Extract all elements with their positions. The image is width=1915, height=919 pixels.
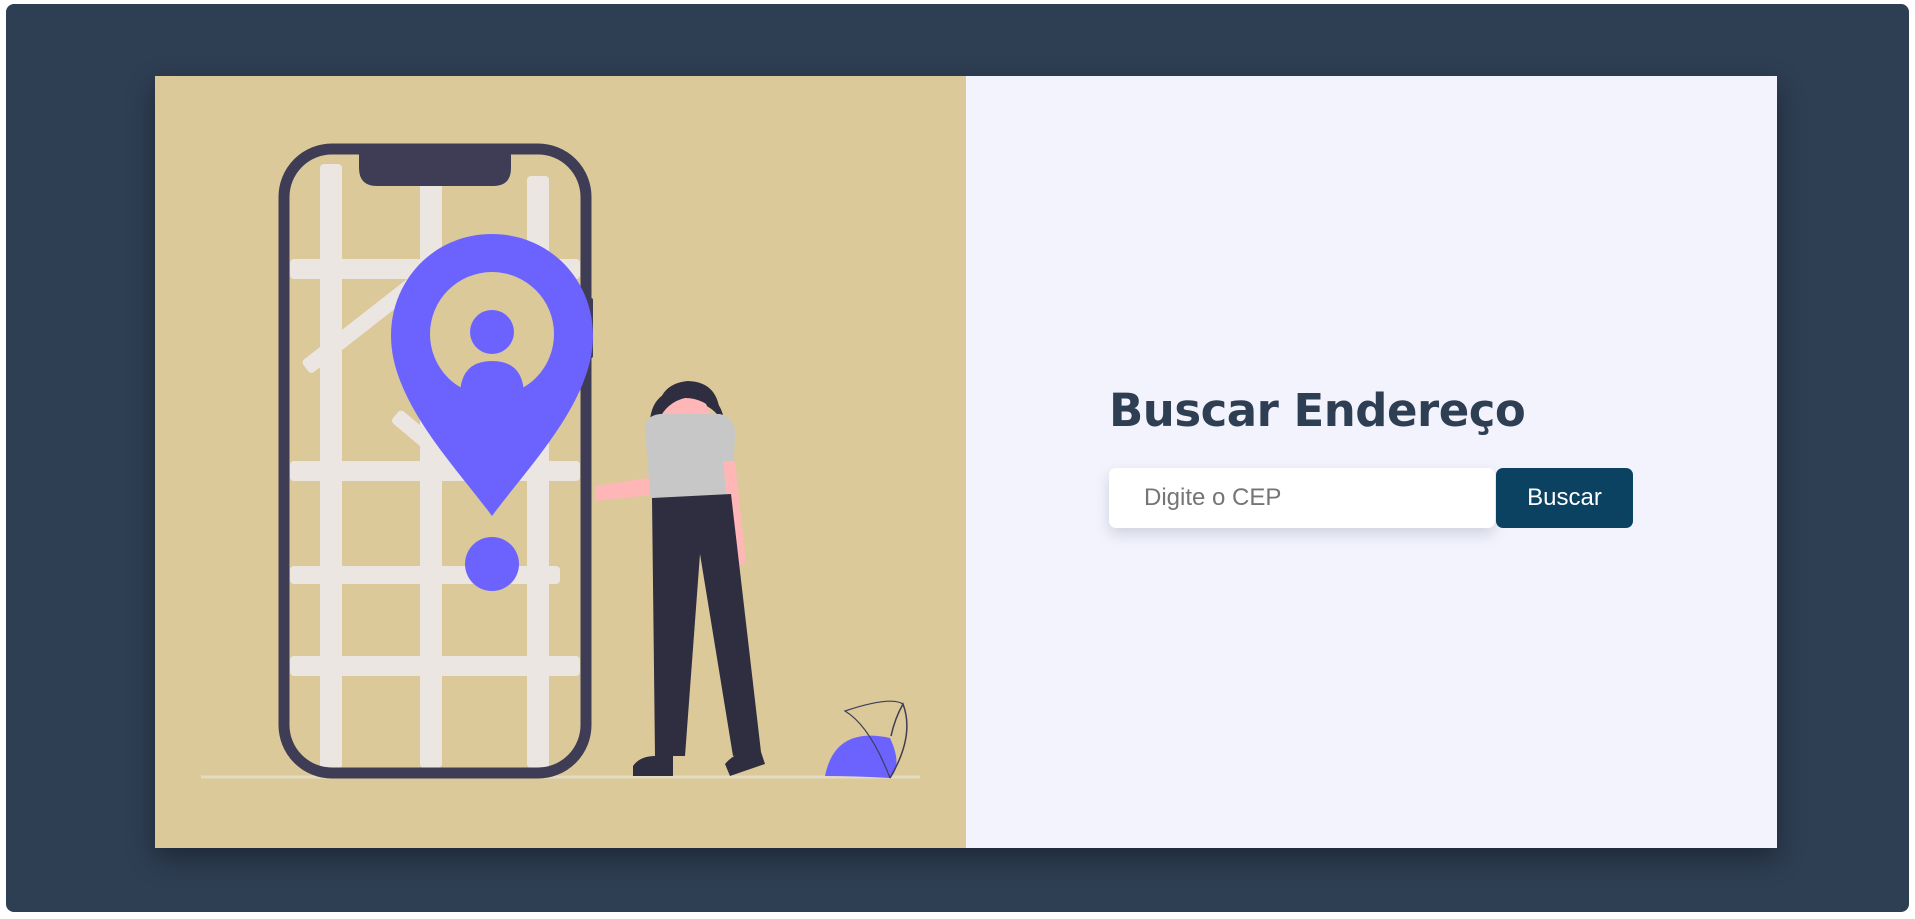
phone-notch xyxy=(359,150,511,186)
page-title: Buscar Endereço xyxy=(1109,384,1526,437)
search-button[interactable]: Buscar xyxy=(1496,468,1633,528)
plant-illustration xyxy=(825,700,908,779)
search-form: Buscar xyxy=(1109,468,1633,528)
phone-map-location-illustration xyxy=(201,143,920,779)
person-illustration xyxy=(595,381,765,776)
illustration-panel xyxy=(155,76,966,848)
search-card: Buscar Endereço Buscar xyxy=(155,76,1777,848)
search-panel: Buscar Endereço Buscar xyxy=(966,76,1777,848)
page-background: Buscar Endereço Buscar xyxy=(6,4,1909,912)
cep-input[interactable] xyxy=(1109,468,1495,528)
